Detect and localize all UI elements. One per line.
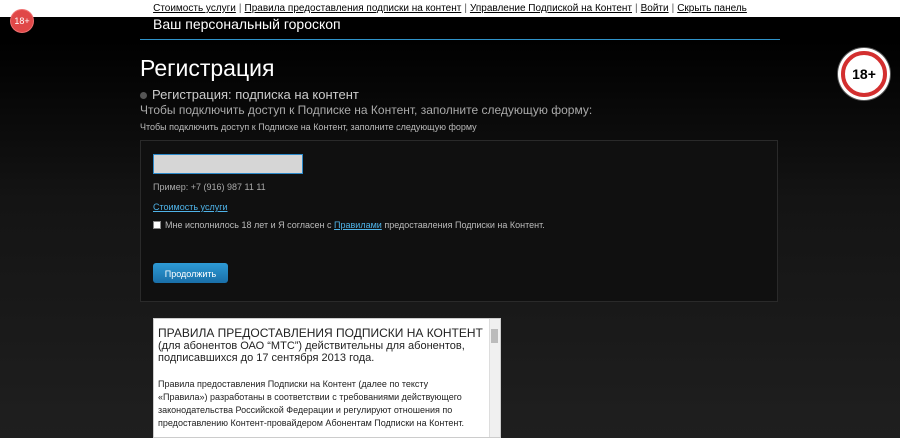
bullet-icon	[140, 92, 147, 100]
rules-body-line: Правила предоставления Подписки на Конте…	[158, 379, 429, 389]
separator: |	[464, 3, 467, 14]
agree-text: Мне исполнилось 18 лет и Я согласен с	[165, 220, 332, 230]
page-title: Регистрация	[140, 55, 275, 81]
subtitle-text: Регистрация: подписка на контент	[152, 87, 359, 102]
rules-body-line: предоставлению Контент-провайдером Абоне…	[158, 418, 464, 428]
rules-body-line: законодательства Российской Федерации и …	[158, 405, 453, 415]
site-header: Ваш персональный гороскоп	[140, 16, 780, 40]
separator: |	[635, 3, 638, 14]
continue-button[interactable]: Продолжить	[153, 263, 228, 283]
rules-subtitle-line: (для абонентов ОАО “МТС”) действительны …	[158, 340, 465, 352]
agree-checkbox[interactable]	[153, 221, 161, 229]
scrollbar-thumb[interactable]	[491, 329, 498, 343]
rules-scrollbar[interactable]	[489, 319, 500, 437]
age-rating-label: 18+	[841, 51, 887, 97]
topbar-link-rules[interactable]: Правила предоставления подписки на конте…	[245, 3, 462, 14]
age-rating-badge: 18+	[838, 48, 890, 100]
rules-title: ПРАВИЛА ПРЕДОСТАВЛЕНИЯ ПОДПИСКИ НА КОНТЕ…	[158, 326, 483, 340]
registration-form: Пример: +7 (916) 987 11 11 Стоимость усл…	[140, 140, 778, 302]
age-badge-small: 18+	[11, 10, 33, 32]
rules-body: Правила предоставления Подписки на Конте…	[158, 378, 488, 430]
site-title: Ваш персональный гороскоп	[153, 16, 341, 32]
rules-link[interactable]: Правилами	[334, 220, 382, 230]
rules-subtitle-line: подписавшихся до 17 сентября 2013 года.	[158, 352, 375, 364]
topbar-link-manage[interactable]: Управление Подпиской на Контент	[470, 3, 632, 14]
page-description-small: Чтобы подключить доступ к Подписке на Ко…	[140, 122, 477, 132]
rules-content: ПРАВИЛА ПРЕДОСТАВЛЕНИЯ ПОДПИСКИ НА КОНТЕ…	[158, 327, 488, 430]
agree-text-end: предоставления Подписки на Контент.	[384, 220, 545, 230]
topbar-link-login[interactable]: Войти	[641, 3, 669, 14]
topbar-link-hide[interactable]: Скрыть панель	[677, 3, 747, 14]
separator: |	[238, 3, 242, 14]
rules-textbox[interactable]: ПРАВИЛА ПРЕДОСТАВЛЕНИЯ ПОДПИСКИ НА КОНТЕ…	[153, 318, 501, 438]
phone-example: Пример: +7 (916) 987 11 11	[153, 182, 266, 192]
separator: |	[671, 3, 675, 14]
page-subtitle: Регистрация: подписка на контент	[140, 87, 359, 102]
top-panel: Стоимость услуги | Правила предоставления …	[0, 0, 900, 17]
phone-input[interactable]	[153, 154, 303, 174]
page-description: Чтобы подключить доступ к Подписке на Ко…	[140, 103, 593, 117]
rules-body-line: «Правила») разработаны в соответствии с …	[158, 392, 462, 402]
agree-row: Мне исполнилось 18 лет и Я согласен с Пр…	[153, 220, 545, 230]
topbar-link-cost[interactable]: Стоимость услуги	[153, 3, 236, 14]
cost-link[interactable]: Стоимость услуги	[153, 202, 228, 212]
